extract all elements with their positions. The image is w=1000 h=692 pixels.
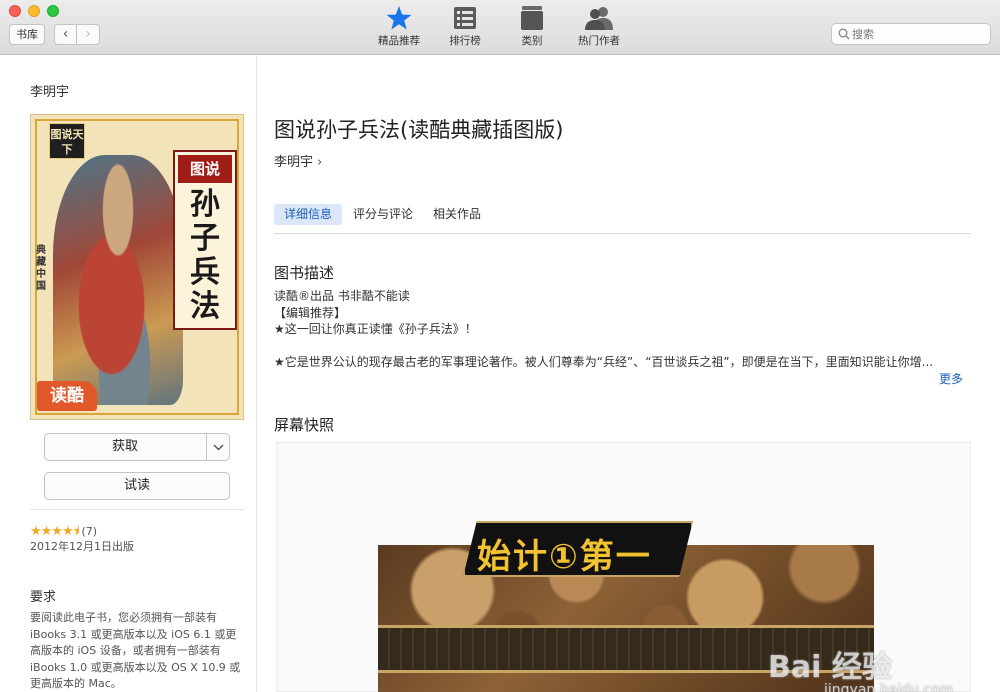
watermark-url: jingyan.baidu.com	[824, 682, 954, 692]
tab-top-charts[interactable]: 排行榜	[444, 5, 486, 51]
chevron-right-icon: ›	[317, 155, 323, 170]
cover-side-text: 典藏中国	[36, 245, 46, 292]
description-line: 读酷®出品 书非酷不能读	[274, 289, 410, 303]
list-icon	[444, 5, 486, 31]
cover-title-panel: 图说 孙子兵法	[173, 150, 237, 330]
book-author-name: 李明宇	[274, 155, 314, 170]
tab-featured[interactable]: 精品推荐	[372, 5, 426, 51]
search-input[interactable]	[831, 23, 991, 45]
get-button[interactable]: 获取	[44, 433, 230, 461]
tab-top-authors[interactable]: 热门作者	[572, 5, 626, 51]
book-author-link[interactable]: 李明宇 ›	[274, 151, 322, 170]
cover-title: 孙子兵法	[190, 187, 220, 324]
tab-details[interactable]: 详细信息	[274, 204, 343, 225]
publish-date: 2012年12月1日出版	[30, 540, 134, 553]
sidebar-divider	[30, 509, 244, 510]
author-name-header[interactable]: 李明宇	[30, 81, 69, 100]
tab-top-authors-label: 热门作者	[578, 35, 620, 47]
chevron-down-icon[interactable]	[207, 434, 229, 460]
star-icon	[372, 5, 426, 31]
cover-title-tag: 图说	[178, 155, 232, 183]
description-body: 读酷®出品 书非酷不能读 【编辑推荐】 ★这一回让你真正读懂《孙子兵法》！ ★它…	[274, 288, 974, 370]
book-detail-page: 李明宇 图说天下 典藏中国 图说 孙子兵法 读酷 获取 试读 ★★★★⯨ (7) …	[0, 56, 1000, 692]
window-minimize-button[interactable]	[28, 5, 40, 17]
description-gap	[274, 338, 974, 354]
cover-series-logo: 图说天下	[49, 123, 85, 159]
book-stack-icon	[512, 5, 552, 31]
rating-count: (7)	[81, 525, 98, 538]
tab-categories-label: 类别	[521, 35, 543, 47]
description-line: ★它是世界公认的现存最古老的军事理论著作。被人们尊奉为“兵经”、“百世谈兵之祖”…	[274, 354, 934, 369]
screenshot-title-text: 始计①第一	[477, 537, 652, 577]
description-heading: 图书描述	[274, 264, 335, 282]
people-icon	[572, 5, 626, 31]
rating-stars: ★★★★⯨	[30, 524, 80, 539]
window-zoom-button[interactable]	[47, 5, 59, 17]
cover-brand-badge: 读酷	[37, 381, 97, 411]
watermark-logo: Bai 经验	[768, 650, 892, 685]
get-button-label: 获取	[111, 439, 138, 454]
back-button[interactable]: ‹	[54, 24, 77, 45]
book-cover: 图说天下 典藏中国 图说 孙子兵法 读酷	[30, 114, 244, 420]
description-line: 【编辑推荐】	[274, 305, 347, 320]
description-line: ★这一回让你真正读懂《孙子兵法》！	[274, 322, 477, 336]
requirements-text: 要阅读此电子书，您必须拥有一部装有 iBooks 3.1 或更高版本以及 iOS…	[30, 611, 241, 690]
column-divider	[256, 56, 257, 692]
window-close-button[interactable]	[9, 5, 21, 17]
detail-segment-control: 详细信息 评分与评论 相关作品	[274, 204, 492, 225]
baidu-watermark: Bai 经验 jingyan.baidu.com	[768, 642, 953, 692]
book-title: 图说孙子兵法(读酷典藏插图版)	[274, 118, 564, 142]
more-link[interactable]: 更多	[939, 370, 963, 387]
requirements-title: 要求	[30, 590, 57, 605]
screenshots-heading: 屏幕快照	[274, 416, 335, 434]
window-toolbar: 书库 ‹ › 精品推荐 排行榜 类别 热门作者	[0, 0, 1000, 55]
sample-button[interactable]: 试读	[44, 472, 230, 500]
tab-top-charts-label: 排行榜	[449, 35, 481, 47]
segment-divider	[274, 233, 971, 234]
library-button[interactable]: 书库	[9, 24, 45, 45]
tab-ratings-reviews[interactable]: 评分与评论	[344, 204, 422, 225]
tab-categories[interactable]: 类别	[512, 5, 552, 51]
tab-featured-label: 精品推荐	[378, 35, 420, 47]
search-icon	[838, 28, 850, 40]
forward-button[interactable]: ›	[77, 24, 100, 45]
tab-related[interactable]: 相关作品	[424, 204, 490, 225]
cover-illustration	[53, 155, 183, 405]
